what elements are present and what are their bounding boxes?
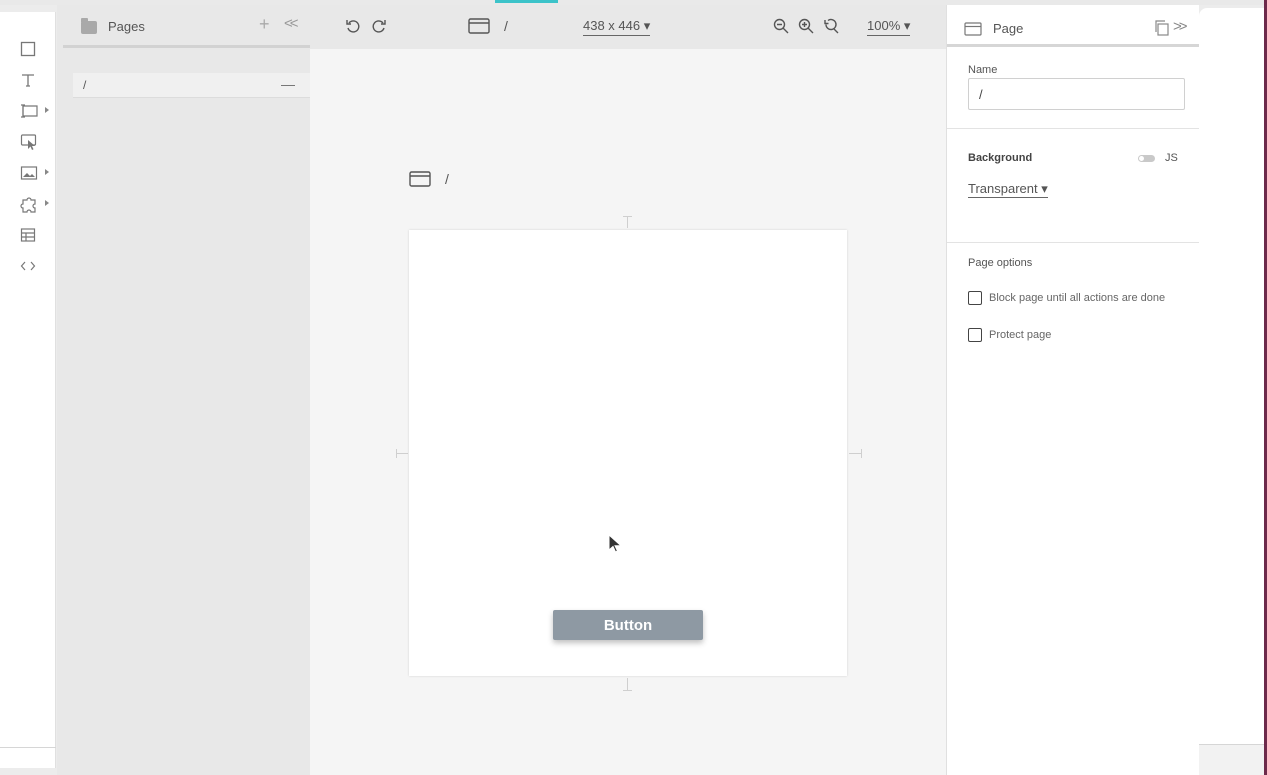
zoom-dropdown[interactable]: 100% ▾: [867, 18, 911, 36]
click-icon[interactable]: [20, 132, 40, 152]
expand-panel-button[interactable]: >>: [1173, 18, 1187, 35]
rectangle-icon[interactable]: [20, 39, 40, 59]
size-dropdown[interactable]: 438 x 446 ▾: [583, 18, 651, 36]
right-resize-cap: [861, 449, 862, 458]
properties-title: Page: [993, 21, 1024, 36]
pages-header: Pages + <<: [63, 13, 310, 48]
undo-icon[interactable]: [345, 18, 361, 37]
js-toggle[interactable]: [1138, 155, 1155, 162]
page-frame[interactable]: Button: [409, 230, 847, 676]
text-icon[interactable]: [20, 70, 40, 90]
protect-page-checkbox[interactable]: [968, 328, 982, 342]
right-side-panel: [1199, 8, 1264, 775]
left-toolbar: [0, 12, 56, 768]
frame-button[interactable]: Button: [553, 610, 703, 640]
background-dropdown[interactable]: Transparent ▾: [968, 181, 1048, 198]
remove-page-button[interactable]: [281, 85, 295, 86]
table-icon[interactable]: [20, 225, 40, 245]
active-tab-indicator: [495, 0, 558, 3]
page-list-item[interactable]: /: [73, 73, 310, 98]
block-page-label: Block page until all actions are done: [989, 292, 1166, 304]
bottom-resize-cap: [623, 690, 632, 691]
caret-right-icon: [45, 200, 49, 206]
frame-page-icon: [409, 171, 431, 192]
frame-title: /: [445, 171, 449, 187]
properties-header: Page >>: [947, 9, 1200, 47]
canvas-breadcrumb: /: [504, 18, 508, 34]
caret-right-icon: [45, 169, 49, 175]
properties-panel: Page >> Name Background JS Transparent ▾…: [946, 5, 1200, 775]
canvas-toolbar: / 438 x 446 ▾ 100% ▾: [310, 5, 946, 49]
add-page-button[interactable]: +: [259, 14, 270, 35]
canvas[interactable]: / 438 x 446 ▾ 100% ▾ / Button: [310, 5, 946, 775]
pages-title: Pages: [108, 19, 145, 34]
collapse-panel-button[interactable]: <<: [284, 15, 298, 32]
duplicate-icon[interactable]: [1154, 20, 1170, 41]
left-resize-cap: [396, 449, 397, 458]
top-resize-cap: [623, 216, 632, 217]
right-resize-handle[interactable]: [849, 453, 861, 454]
zoom-in-icon[interactable]: [798, 18, 814, 37]
page-frame-icon: [468, 18, 490, 37]
pages-panel: Pages + << /: [57, 5, 310, 775]
zoom-reset-icon[interactable]: [823, 18, 839, 37]
bottom-resize-handle[interactable]: [627, 678, 628, 690]
section-divider: [947, 128, 1200, 129]
folder-icon: [81, 18, 97, 34]
protect-page-label: Protect page: [989, 329, 1052, 341]
block-page-checkbox[interactable]: [968, 291, 982, 305]
right-panel-footer: [1199, 745, 1264, 775]
top-resize-handle[interactable]: [627, 216, 628, 228]
code-icon[interactable]: [20, 256, 40, 276]
left-resize-handle[interactable]: [396, 453, 408, 454]
image-icon[interactable]: [20, 163, 49, 183]
zoom-out-icon[interactable]: [773, 18, 789, 37]
redo-icon[interactable]: [371, 18, 387, 37]
input-icon[interactable]: [20, 101, 49, 121]
section-divider: [947, 242, 1200, 243]
page-options-label: Page options: [968, 257, 1033, 269]
page-list-item-label: /: [83, 78, 87, 92]
toolbar-divider: [0, 747, 56, 748]
caret-right-icon: [45, 107, 49, 113]
plugin-icon[interactable]: [20, 194, 49, 214]
page-icon: [964, 22, 982, 41]
name-label: Name: [968, 64, 998, 76]
js-label: JS: [1165, 152, 1178, 164]
mouse-cursor-icon: [608, 533, 623, 559]
page-name-field[interactable]: [968, 78, 1185, 110]
background-label: Background: [968, 152, 1033, 164]
